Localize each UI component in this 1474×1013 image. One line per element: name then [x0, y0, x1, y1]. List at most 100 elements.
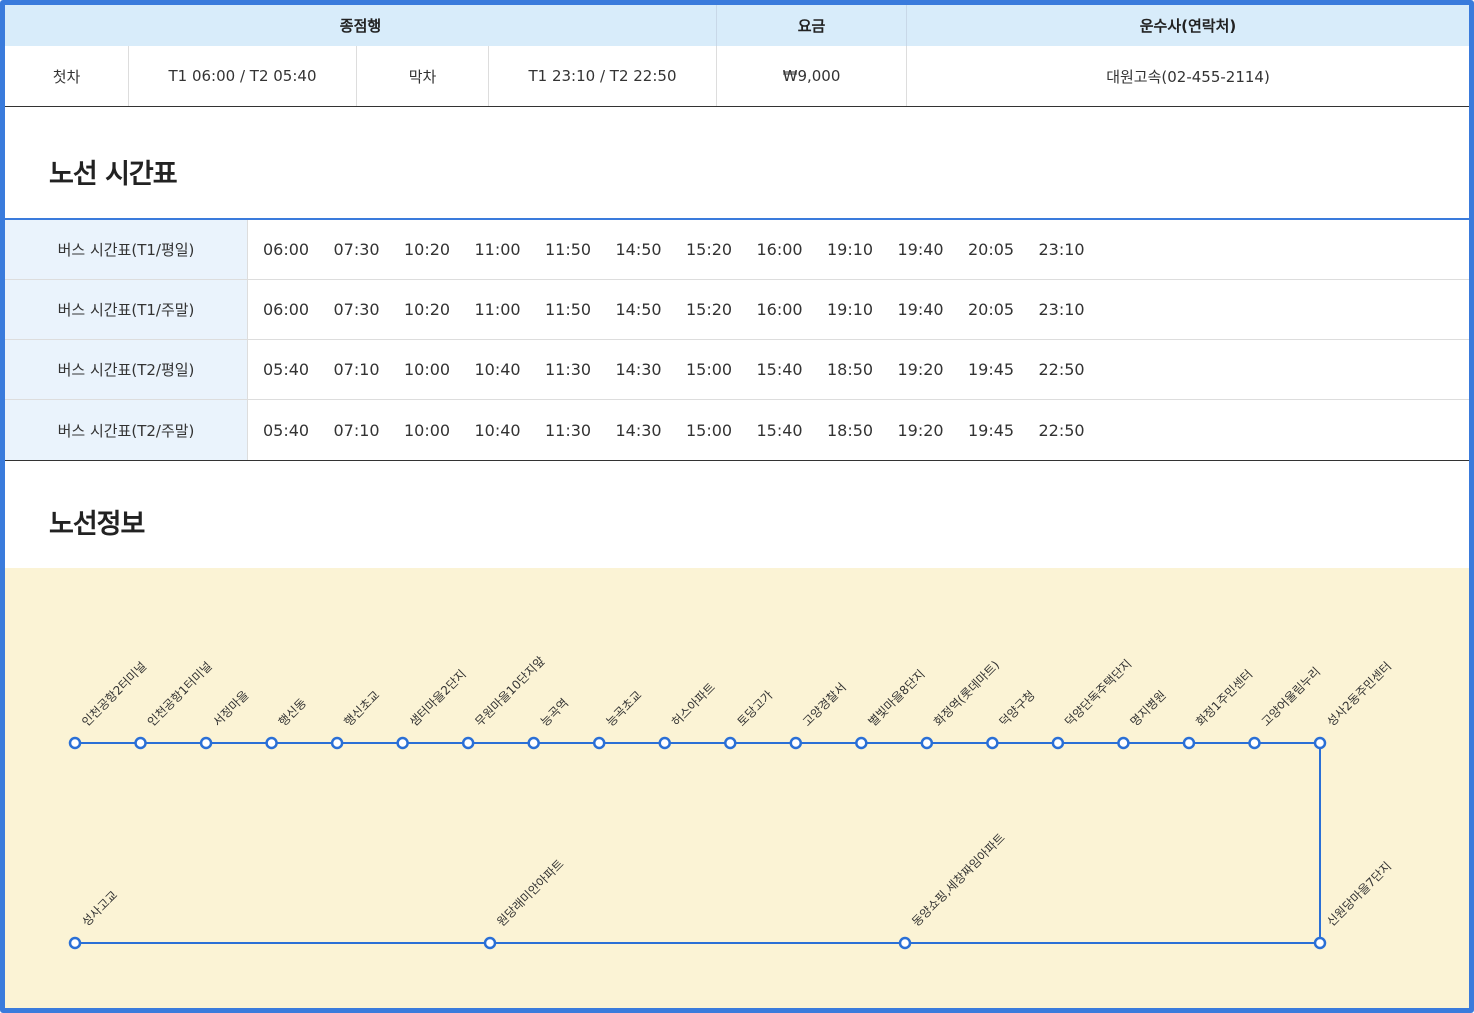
timetable-times: 05:40 07:10 10:00 10:40 11:30 14:30 15:00 15:40…: [248, 340, 1109, 399]
departure-time: 22:50: [1038, 420, 1085, 440]
departure-time: 11:50: [545, 300, 592, 319]
stop-label: 신원당마을7단지: [1324, 859, 1394, 929]
departure-time: 14:50: [615, 240, 662, 259]
summary-header-row: 종점행 요금 운수사(연락처): [5, 5, 1469, 46]
stop-marker: [199, 736, 213, 750]
stop-label: 화정1주민센터: [1193, 667, 1255, 729]
departure-time: 07:10: [333, 420, 380, 440]
stop-marker: [920, 736, 934, 750]
stop-label: 성사2동주민센터: [1324, 659, 1394, 729]
summary-data-row: 첫차 T1 06:00 / T2 05:40 막차 T1 23:10 / T2 …: [5, 46, 1469, 107]
first-bus-label: 첫차: [5, 46, 129, 106]
stop-label: 행신초교: [341, 687, 383, 729]
stop-marker: [898, 936, 912, 950]
departure-time: 15:00: [686, 360, 733, 379]
departure-time: 20:05: [968, 240, 1015, 259]
departure-time: 16:00: [756, 240, 803, 259]
stop-label: 허스아파트: [669, 680, 718, 729]
departure-time: 16:00: [756, 300, 803, 319]
departure-time: 10:00: [404, 360, 451, 379]
stop-marker: [789, 736, 803, 750]
stop-label: 원당래미안아파트: [494, 857, 566, 929]
departure-time: 06:00: [263, 300, 310, 319]
stop-label: 행신동: [275, 695, 309, 729]
departure-time: 19:20: [897, 360, 944, 379]
timetable-row-label: 버스 시간표(T1/평일): [5, 220, 248, 279]
stop-marker: [592, 736, 606, 750]
timetable-row: 버스 시간표(T2/평일) 05:40 07:10 10:00 10:40 11:30 14…: [5, 340, 1469, 400]
departure-time: 11:30: [545, 360, 592, 379]
timetable-row: 버스 시간표(T1/평일) 06:00 07:30 10:20 11:00 11:50 14…: [5, 220, 1469, 280]
timetable-title: 노선 시간표: [49, 159, 178, 190]
stop-label: 고양어울림누리: [1259, 665, 1324, 730]
departure-time: 15:00: [686, 420, 733, 440]
stop-label: 화정역(롯데마트): [931, 658, 1002, 729]
last-bus-value: T1 23:10 / T2 22:50: [489, 46, 717, 106]
departure-time: 19:45: [968, 420, 1015, 440]
stop-marker: [396, 736, 409, 750]
stop-marker: [855, 736, 868, 750]
departure-time: 14:30: [615, 420, 662, 440]
timetable-times: 06:00 07:30 10:20 11:00 11:50 14:50 15:20 16:00…: [248, 280, 1109, 339]
departure-time: 10:40: [474, 420, 521, 440]
departure-time: 19:20: [897, 420, 944, 440]
departure-time: 15:40: [756, 360, 803, 379]
departure-time: 07:10: [333, 360, 380, 379]
stop-marker: [1248, 736, 1261, 750]
stop-marker: [986, 736, 999, 750]
summary-table: 종점행 요금 운수사(연락처) 첫차 T1 06:00 / T2 05:40 막…: [5, 5, 1469, 107]
departure-time: 19:10: [827, 300, 874, 319]
departure-time: 10:20: [404, 300, 451, 319]
departure-time: 10:00: [404, 420, 451, 440]
stop-marker: [265, 736, 278, 750]
timetable-times: 06:00 07:30 10:20 11:00 11:50 14:50 15:20 16:00…: [248, 220, 1109, 279]
route-line: [75, 742, 1321, 944]
stop-label: 무원마을10단지앞: [472, 654, 547, 729]
stop-marker: [483, 936, 497, 950]
departure-time: 18:50: [827, 420, 874, 440]
stop-marker: [1313, 736, 1327, 750]
page-frame: 종점행 요금 운수사(연락처) 첫차 T1 06:00 / T2 05:40 막…: [0, 0, 1474, 1013]
departure-time: 15:20: [686, 240, 733, 259]
fare-value: ₩9,000: [717, 46, 907, 106]
departure-time: 14:30: [615, 360, 662, 379]
stop-marker: [461, 736, 475, 750]
stop-label: 별빛마을8단지: [866, 667, 928, 729]
last-bus-label: 막차: [357, 46, 489, 106]
stop-label: 샘터마을2단지: [407, 667, 469, 729]
departure-time: 05:40: [263, 360, 310, 379]
route-map: 인천공항2터미널 인천공항1터미널 서정마을 행신동 행신초교 샘터마을2단지 무원마을10…: [5, 568, 1469, 1008]
timetable-row: 버스 시간표(T1/주말) 06:00 07:30 10:20 11:00 11:50 14…: [5, 280, 1469, 340]
timetable-row-label: 버스 시간표(T2/주말): [5, 400, 248, 460]
stop-label: 토당고가: [734, 688, 775, 729]
stop-marker: [68, 736, 82, 750]
departure-time: 06:00: [263, 240, 310, 259]
departure-time: 18:50: [827, 360, 874, 379]
stop-label: 명지병원: [1128, 688, 1169, 729]
stop-marker: [134, 736, 147, 750]
departure-time: 11:30: [545, 420, 592, 440]
departure-time: 19:45: [968, 360, 1015, 379]
stop-label: 능곡초교: [603, 688, 644, 729]
departure-time: 07:30: [333, 240, 380, 259]
departure-time: 19:40: [897, 240, 944, 259]
stop-marker: [724, 736, 737, 750]
timetable-times: 05:40 07:10 10:00 10:40 11:30 14:30 15:00 15:40…: [248, 400, 1109, 460]
stop-marker: [1051, 736, 1065, 750]
departure-time: 19:40: [897, 300, 944, 319]
stop-label: 덕양구청: [997, 688, 1038, 729]
stop-marker: [1117, 736, 1130, 750]
route-title: 노선정보: [49, 509, 145, 540]
departure-time: 20:05: [968, 300, 1015, 319]
departure-time: 15:40: [756, 420, 803, 440]
stop-label: 고양경찰서: [800, 680, 849, 729]
departure-time: 14:50: [615, 300, 662, 319]
stop-label: 인천공항2터미널: [79, 658, 150, 729]
stop-label: 덕양단독주택단지: [1062, 657, 1134, 729]
departure-time: 23:10: [1038, 300, 1085, 319]
departure-time: 23:10: [1038, 240, 1085, 259]
operator-value: 대원고속(02-455-2114): [1106, 67, 1270, 86]
stop-marker: [330, 736, 344, 750]
departure-time: 10:40: [474, 360, 521, 379]
departure-time: 05:40: [263, 420, 310, 440]
